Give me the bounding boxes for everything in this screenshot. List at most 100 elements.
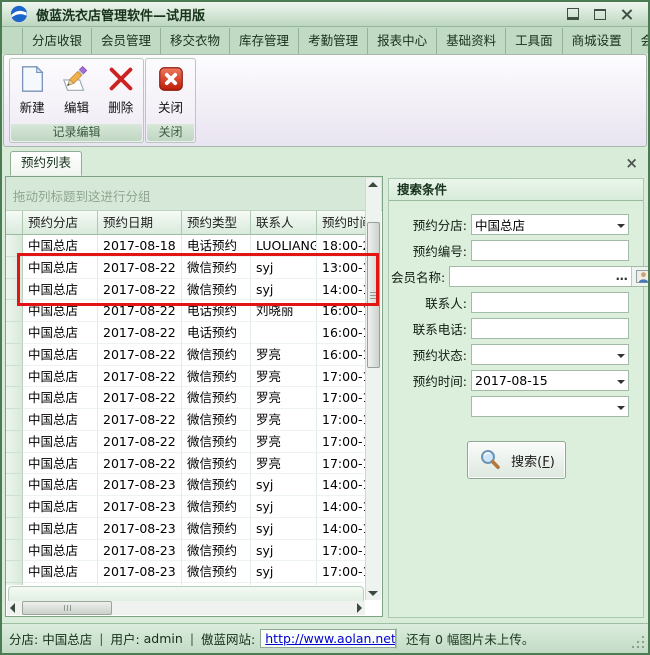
ribbon-tab-4[interactable]: 考勤管理 — [299, 28, 368, 54]
table-cell[interactable]: 2017-08-22 — [98, 387, 182, 409]
scroll-left-icon[interactable] — [10, 603, 15, 613]
ribbon-tab-3[interactable]: 库存管理 — [230, 28, 299, 54]
table-cell[interactable]: 微信预约 — [182, 583, 251, 585]
table-cell[interactable]: 2017-08-22 — [98, 366, 182, 388]
table-cell[interactable]: 17:00-1 — [317, 431, 366, 453]
table-cell[interactable]: 中国总店 — [23, 496, 98, 518]
status-combo[interactable] — [471, 344, 629, 365]
table-row[interactable]: 中国总店2017-08-22微信预约罗亮17:00-1 — [6, 387, 366, 409]
close-icon[interactable] — [621, 9, 632, 20]
table-cell[interactable]: 中国总店 — [23, 431, 98, 453]
table-cell[interactable]: 微信预约 — [182, 366, 251, 388]
table-cell[interactable]: 中国总店 — [23, 322, 98, 344]
table-cell[interactable]: 2017-08-22 — [98, 453, 182, 475]
table-cell[interactable]: 中国总店 — [23, 257, 98, 279]
column-header-time[interactable]: 预约时间 — [317, 211, 366, 235]
table-cell[interactable]: syj — [251, 518, 317, 540]
table-row[interactable]: 中国总店2017-08-22电话预约刘晓丽16:00-1 — [6, 300, 366, 322]
table-cell[interactable]: 中国总店 — [23, 409, 98, 431]
table-cell[interactable]: 18:00-2 — [317, 235, 366, 257]
table-row[interactable]: 中国总店2017-08-22微信预约罗亮17:00-1 — [6, 409, 366, 431]
table-cell[interactable]: 微信预约 — [182, 518, 251, 540]
row-indicator[interactable] — [6, 235, 23, 257]
table-row[interactable]: 中国总店2017-08-23微信预约syj14:00-1 — [6, 474, 366, 496]
table-cell[interactable]: 微信预约 — [182, 431, 251, 453]
table-cell[interactable]: 16:00-1 — [317, 300, 366, 322]
row-indicator[interactable] — [6, 344, 23, 366]
table-cell[interactable]: 电话预约 — [182, 322, 251, 344]
document-close-icon[interactable]: × — [625, 156, 638, 170]
table-cell[interactable]: 2017-08-22 — [98, 409, 182, 431]
table-row[interactable]: 中国总店2017-08-22微信预约罗亮17:00-1 — [6, 431, 366, 453]
table-cell[interactable]: 罗亮 — [251, 453, 317, 475]
column-header-date[interactable]: 预约日期 — [98, 211, 182, 235]
ribbon-tab-9[interactable]: 会员活动 — [632, 28, 650, 54]
ribbon-tab-7[interactable]: 工具面 — [506, 28, 563, 54]
table-row[interactable]: 中国总店2017-08-22微信预约syj14:00-1 — [6, 279, 366, 301]
extra-combo[interactable] — [471, 396, 629, 417]
table-row[interactable]: 中国总店2017-08-23微信预约syj14:00-1 — [6, 518, 366, 540]
table-cell[interactable]: 微信预约 — [182, 257, 251, 279]
table-cell[interactable]: 17:00-1 — [317, 387, 366, 409]
table-cell[interactable]: 中国总店 — [23, 583, 98, 585]
column-header-contact[interactable]: 联系人 — [251, 211, 317, 235]
appointment-date-combo[interactable]: 2017-08-15 — [471, 370, 629, 391]
table-cell[interactable]: 中国总店 — [23, 366, 98, 388]
chevron-down-icon[interactable] — [613, 345, 628, 364]
row-indicator[interactable] — [6, 322, 23, 344]
ribbon-tab-6[interactable]: 基础资料 — [437, 28, 506, 54]
row-indicator[interactable] — [6, 409, 23, 431]
table-cell[interactable]: 2017-08-22 — [98, 279, 182, 301]
table-cell[interactable]: 微信预约 — [182, 453, 251, 475]
row-indicator[interactable] — [6, 583, 23, 585]
table-cell[interactable]: 14:00-1 — [317, 474, 366, 496]
table-cell[interactable]: 电话预约 — [182, 235, 251, 257]
table-cell[interactable]: 2017-08-22 — [98, 431, 182, 453]
table-cell[interactable]: 14:00-1 — [317, 518, 366, 540]
table-cell[interactable]: 微信预约 — [182, 387, 251, 409]
table-cell[interactable]: 中国总店 — [23, 235, 98, 257]
table-cell[interactable]: syj — [251, 561, 317, 583]
table-cell[interactable]: 17:00-1 — [317, 561, 366, 583]
row-indicator[interactable] — [6, 540, 23, 562]
ribbon-tab-0[interactable]: 分店收银 — [22, 28, 92, 54]
delete-button[interactable]: 删除 — [101, 64, 141, 116]
phone-field[interactable] — [471, 318, 629, 339]
table-row[interactable]: 中国总店2017-08-22微信预约syj13:00-1 — [6, 257, 366, 279]
table-cell[interactable]: 2017-08-22 — [98, 344, 182, 366]
member-name-input[interactable] — [450, 268, 612, 285]
table-cell[interactable]: syj — [251, 583, 317, 585]
table-row[interactable]: 中国总店2017-08-22微信预约罗亮17:00-1 — [6, 366, 366, 388]
table-cell[interactable]: 17:00-1 — [317, 453, 366, 475]
website-link[interactable]: http://www.aolan.net — [265, 631, 395, 646]
table-cell[interactable]: 17:00-1 — [317, 540, 366, 562]
row-indicator[interactable] — [6, 366, 23, 388]
table-cell[interactable]: 中国总店 — [23, 540, 98, 562]
search-button[interactable]: 搜索(F) — [467, 441, 566, 479]
table-cell[interactable]: 微信预约 — [182, 474, 251, 496]
table-row[interactable]: 中国总店2017-08-23微信预约syj17:00-1 — [6, 561, 366, 583]
table-cell[interactable]: 2017-08-23 — [98, 540, 182, 562]
table-cell[interactable]: 14:00-1 — [317, 496, 366, 518]
ribbon-tab-2[interactable]: 移交衣物 — [161, 28, 230, 54]
table-cell[interactable]: 罗亮 — [251, 431, 317, 453]
table-cell[interactable]: 罗亮 — [251, 409, 317, 431]
member-name-field[interactable]: … — [449, 266, 650, 287]
table-cell[interactable]: 17:00-1 — [317, 583, 366, 585]
table-cell[interactable]: 2017-08-23 — [98, 583, 182, 585]
row-indicator[interactable] — [6, 561, 23, 583]
vertical-scrollbar[interactable] — [365, 178, 381, 600]
row-indicator[interactable] — [6, 496, 23, 518]
table-cell[interactable]: syj — [251, 496, 317, 518]
table-cell[interactable]: 罗亮 — [251, 366, 317, 388]
table-cell[interactable]: 16:00-1 — [317, 344, 366, 366]
row-indicator[interactable] — [6, 518, 23, 540]
table-cell[interactable]: 2017-08-23 — [98, 518, 182, 540]
new-button[interactable]: 新建 — [12, 64, 52, 116]
table-row[interactable]: 中国总店2017-08-22电话预约16:00-1 — [6, 322, 366, 344]
table-cell[interactable]: syj — [251, 279, 317, 301]
scroll-down-icon[interactable] — [368, 591, 378, 596]
table-cell[interactable]: 刘晓丽 — [251, 300, 317, 322]
table-cell[interactable]: 微信预约 — [182, 279, 251, 301]
table-row[interactable]: 中国总店2017-08-18电话预约LUOLIANG18:00-2 — [6, 235, 366, 257]
